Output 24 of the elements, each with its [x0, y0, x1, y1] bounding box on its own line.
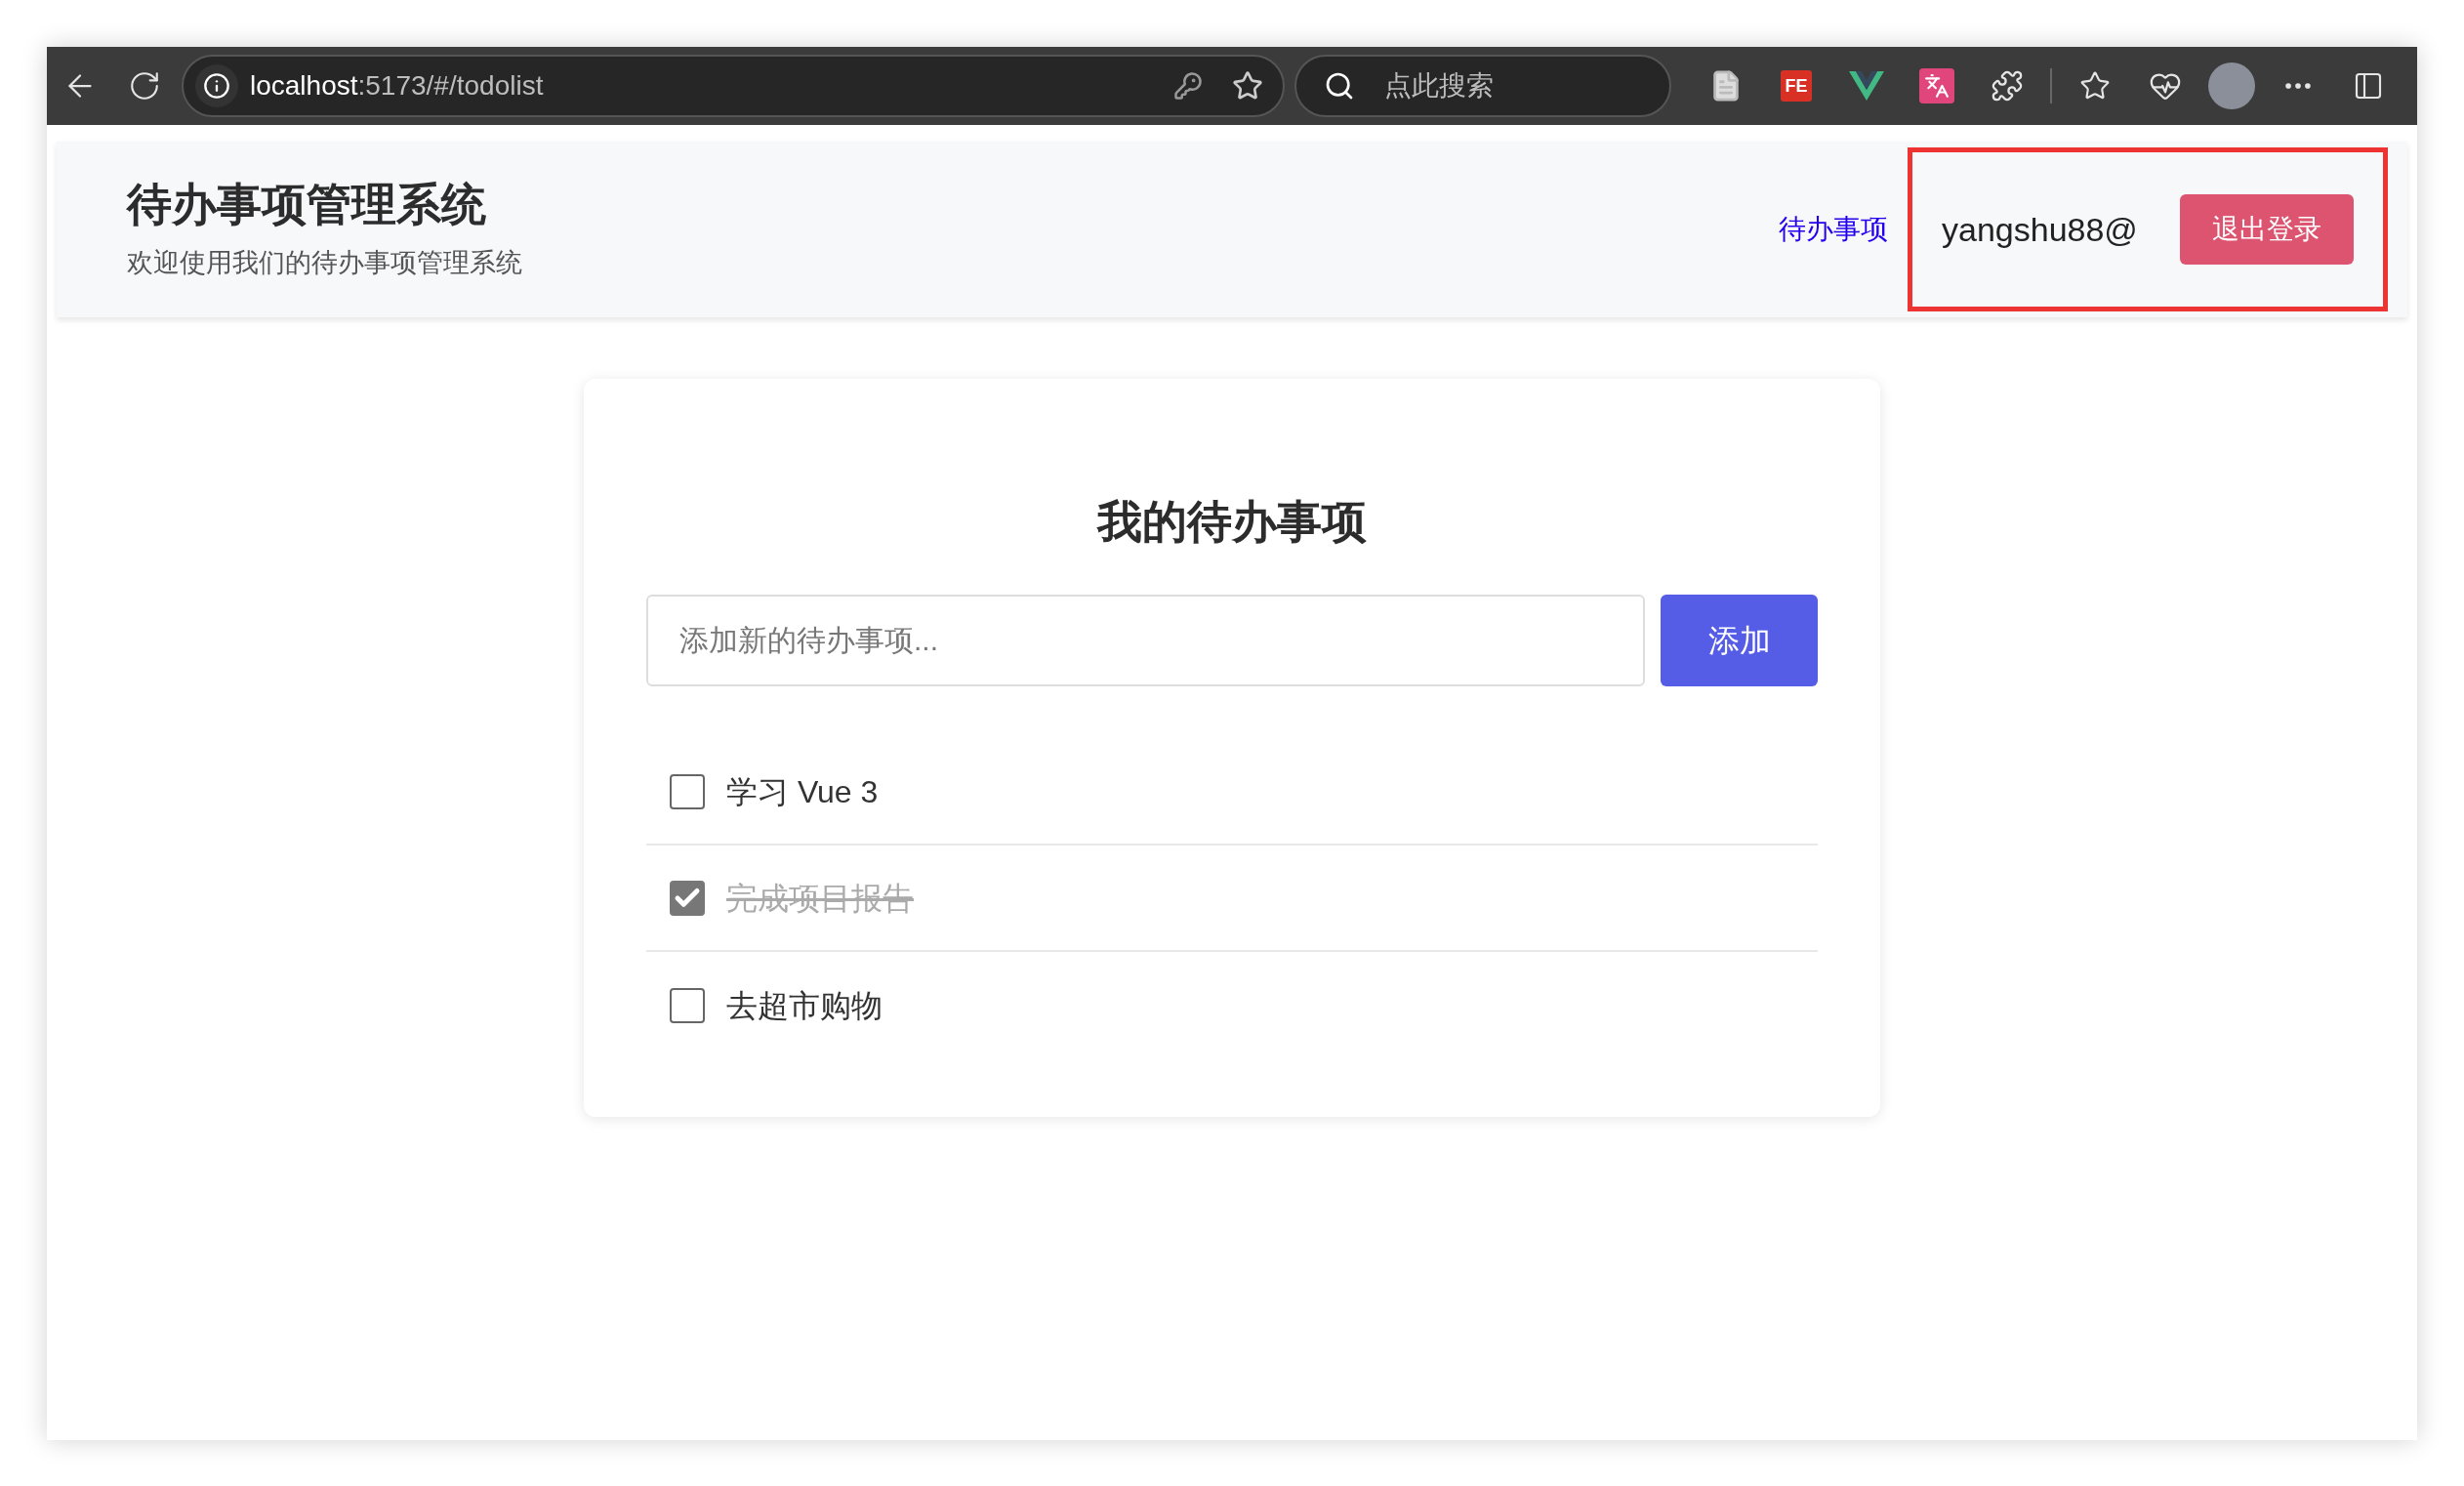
site-subtitle: 欢迎使用我们的待办事项管理系统: [127, 246, 522, 279]
nav-link[interactable]: 待办事项: [1779, 209, 1888, 250]
checkbox[interactable]: [670, 987, 705, 1023]
todo-input[interactable]: 添加新的待办事项...: [646, 595, 1645, 686]
search-field[interactable]: 点此搜索: [1294, 55, 1671, 117]
info-icon[interactable]: [195, 64, 238, 107]
checkbox[interactable]: [670, 880, 705, 916]
search-icon: [1324, 70, 1355, 102]
site-title: 待办事项管理系统: [127, 178, 487, 231]
key-icon[interactable]: [1173, 71, 1203, 101]
avatar[interactable]: [2208, 62, 2255, 109]
username: yangshu88@: [1942, 209, 2138, 250]
address-bar[interactable]: localhost:5173/#/todolist: [182, 55, 1285, 117]
todo-text: 学习 Vue 3: [726, 772, 879, 811]
star-icon[interactable]: [1232, 70, 1263, 102]
todo-text: 去超市购物: [726, 986, 883, 1025]
todo-text: 完成项目报告: [726, 879, 914, 918]
checkbox[interactable]: [670, 773, 705, 809]
card-title: 我的待办事项: [1095, 495, 1368, 549]
logout-button[interactable]: 退出登录: [2180, 194, 2354, 265]
add-button[interactable]: 添加: [1661, 595, 1818, 686]
fe-extension-icon[interactable]: FE: [1781, 70, 1812, 102]
url-text: localhost:5173/#/todolist: [250, 69, 545, 103]
search-placeholder: 点此搜索: [1384, 69, 1494, 103]
